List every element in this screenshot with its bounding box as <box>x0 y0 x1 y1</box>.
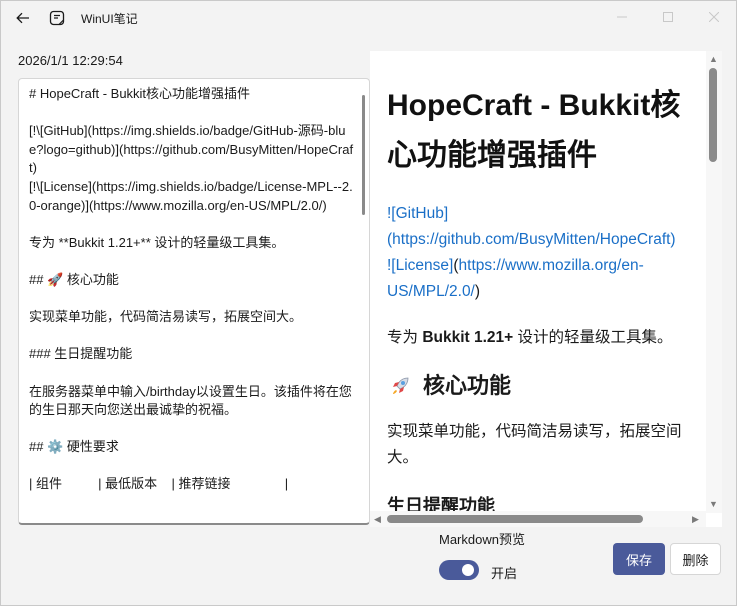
editor-line: ## ⚙️ 硬性要求 <box>29 439 119 455</box>
editor-line: [!\[License](https://img.shields.io/badg… <box>29 178 353 213</box>
github-badge-link[interactable]: ![GitHub] <box>387 205 448 222</box>
preview-horizontal-scroll-thumb[interactable] <box>387 515 643 523</box>
editor-content[interactable]: # HopeCraft - Bukkit核心功能增强插件 [!\[GitHub](… <box>29 85 359 494</box>
editor-line: | 组件 | 最低版本 | 推荐链接 | <box>29 476 289 492</box>
save-button[interactable]: 保存 <box>613 543 665 575</box>
markdown-editor[interactable]: # HopeCraft - Bukkit核心功能增强插件 [!\[GitHub](… <box>18 78 370 525</box>
app-window: WinUI笔记 2026/1/1 12:29:54 # HopeCraft - … <box>0 0 737 606</box>
maximize-icon <box>663 12 673 22</box>
scroll-up-arrow-icon[interactable]: ▲ <box>709 54 718 64</box>
editor-line: 实现菜单功能，代码简洁易读写，拓展空间大。 <box>29 309 303 325</box>
scroll-down-arrow-icon[interactable]: ▼ <box>709 499 718 509</box>
preview-intro: 专为 Bukkit 1.21+ 设计的轻量级工具集。 <box>387 325 692 351</box>
preview-vertical-scroll-thumb[interactable] <box>709 68 717 162</box>
sticky-note-icon <box>49 10 65 26</box>
minimize-icon <box>617 16 627 18</box>
title-bar: WinUI笔记 <box>1 1 736 35</box>
intro-prefix: 专为 <box>387 329 423 346</box>
intro-bold: Bukkit 1.21+ <box>422 329 514 346</box>
maximize-button[interactable] <box>645 1 691 33</box>
markdown-preview-toggle-label: Markdown预览 <box>439 532 525 547</box>
preview-content: HopeCraft - Bukkit核心功能增强插件 ![GitHub] (ht… <box>387 81 692 519</box>
editor-scrollbar-thumb[interactable] <box>362 95 365 215</box>
app-icon <box>47 8 67 28</box>
minimize-button[interactable] <box>599 1 645 33</box>
editor-line: 在服务器菜单中输入/birthday以设置生日。该插件将在您的生日那天向您送出最… <box>29 383 352 418</box>
toggle-knob[interactable] <box>462 564 474 576</box>
scroll-right-arrow-icon[interactable]: ▶ <box>692 514 699 525</box>
editor-line: # HopeCraft - Bukkit核心功能增强插件 <box>29 86 251 101</box>
license-url-close: ) <box>474 283 481 300</box>
preview-heading-core: 核心功能 <box>387 371 692 401</box>
core-heading-text: 核心功能 <box>423 373 512 398</box>
close-icon <box>709 12 719 22</box>
window-title: WinUI笔记 <box>81 12 138 26</box>
back-arrow-icon <box>16 12 29 24</box>
intro-suffix: 设计的轻量级工具集。 <box>513 329 673 346</box>
markdown-preview: HopeCraft - Bukkit核心功能增强插件 ![GitHub] (ht… <box>370 51 722 527</box>
back-button[interactable] <box>11 7 35 29</box>
toggle-state-text: 开启 <box>491 566 518 581</box>
rocket-icon <box>393 377 409 394</box>
note-timestamp: 2026/1/1 12:29:54 <box>18 53 123 68</box>
editor-line: ## 🚀 核心功能 <box>29 271 119 287</box>
preview-core-text: 实现菜单功能，代码简洁易读写，拓展空间大。 <box>387 423 682 466</box>
editor-line: [!\[GitHub](https://img.shields.io/badge… <box>29 123 354 176</box>
preview-heading-1: HopeCraft - Bukkit核心功能增强插件 <box>387 89 681 172</box>
license-badge-link[interactable]: ![License] <box>387 257 453 274</box>
close-button[interactable] <box>691 1 736 33</box>
delete-button[interactable]: 删除 <box>670 543 721 575</box>
github-repo-link[interactable]: (https://github.com/BusyMitten/HopeCraft… <box>387 231 676 248</box>
editor-line: 专为 **Bukkit 1.21+** 设计的轻量级工具集。 <box>29 234 285 250</box>
editor-line: ### 生日提醒功能 <box>29 346 133 362</box>
scroll-left-arrow-icon[interactable]: ◀ <box>374 514 381 525</box>
preview-badges: ![GitHub] (https://github.com/BusyMitten… <box>387 201 692 305</box>
